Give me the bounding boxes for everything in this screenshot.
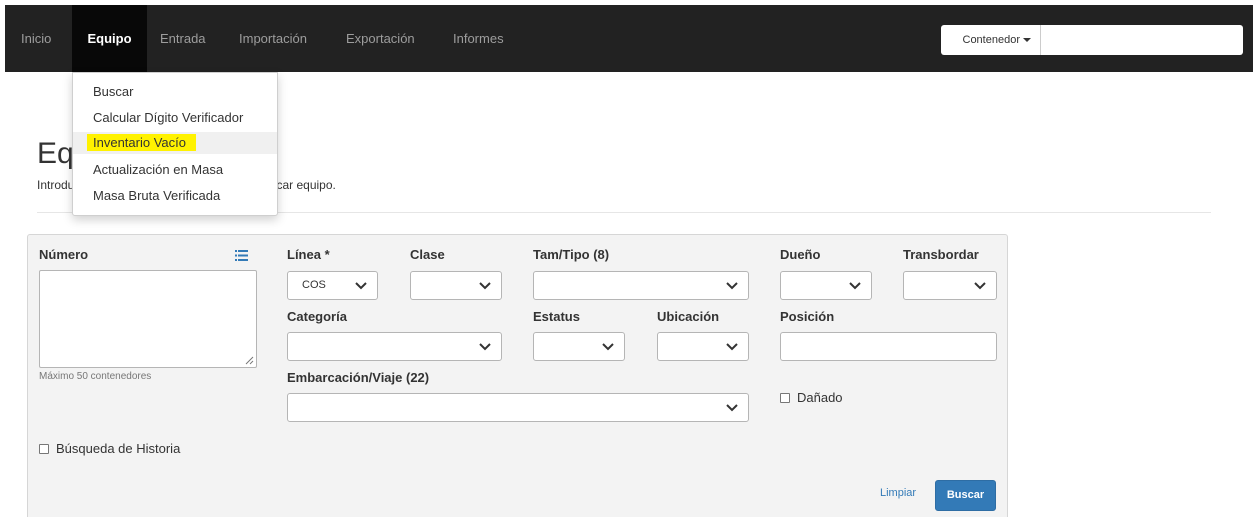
menu-item-label: Inventario Vacío <box>87 134 196 151</box>
nav-inicio[interactable]: Inicio <box>21 5 51 72</box>
ubicacion-select[interactable] <box>657 332 749 361</box>
numero-textarea[interactable] <box>39 270 257 368</box>
posicion-label: Posición <box>780 309 835 324</box>
posicion-input[interactable] <box>780 332 997 361</box>
categoria-label: Categoría <box>287 309 347 324</box>
danado-checkbox[interactable] <box>780 392 790 403</box>
nav-search-input[interactable] <box>1042 25 1243 55</box>
equipo-dropdown-menu: Buscar Calcular Dígito Verificador Inven… <box>72 72 278 216</box>
nav-informes[interactable]: Informes <box>453 5 504 72</box>
chevron-down-icon <box>479 282 491 290</box>
list-icon[interactable] <box>235 250 248 261</box>
nav-search-group: Contenedor <box>941 25 1243 55</box>
numero-hint: Máximo 50 contenedores <box>39 371 152 382</box>
transbordar-select[interactable] <box>903 271 997 300</box>
embarcacion-label: Embarcación/Viaje (22) <box>287 370 430 385</box>
menu-item-actualizacion-masa[interactable]: Actualización en Masa <box>73 159 277 181</box>
danado-checkbox-row[interactable]: Dañado <box>780 390 843 405</box>
clear-button[interactable]: Limpiar <box>880 487 916 499</box>
chevron-down-icon <box>726 404 738 412</box>
historia-label: Búsqueda de Historia <box>56 441 181 456</box>
tam-tipo-select[interactable] <box>533 271 749 300</box>
linea-value: COS <box>302 279 326 291</box>
transbordar-label: Transbordar <box>903 247 979 262</box>
clase-select[interactable] <box>410 271 502 300</box>
menu-item-calcular-digito[interactable]: Calcular Dígito Verificador <box>73 107 277 129</box>
menu-item-inventario-vacio[interactable]: Inventario Vacío <box>73 132 277 154</box>
chevron-down-icon <box>726 282 738 290</box>
tam-tipo-label: Tam/Tipo (8) <box>533 247 610 262</box>
ubicacion-label: Ubicación <box>657 309 720 324</box>
linea-label: Línea * <box>287 247 330 262</box>
chevron-down-icon <box>602 343 614 351</box>
embarcacion-select[interactable] <box>287 393 749 422</box>
nav-equipo[interactable]: Equipo <box>72 5 147 72</box>
search-type-label: Contenedor <box>962 34 1021 46</box>
nav-exportacion[interactable]: Exportación <box>346 5 415 72</box>
dueno-select[interactable] <box>780 271 872 300</box>
resize-grip-icon[interactable] <box>244 355 254 365</box>
search-button[interactable]: Buscar <box>935 480 996 511</box>
nav-importacion[interactable]: Importación <box>239 5 307 72</box>
menu-item-buscar[interactable]: Buscar <box>73 81 277 103</box>
dueno-label: Dueño <box>780 247 821 262</box>
clase-label: Clase <box>410 247 445 262</box>
categoria-select[interactable] <box>287 332 502 361</box>
search-type-dropdown[interactable]: Contenedor <box>941 25 1041 55</box>
menu-item-masa-bruta[interactable]: Masa Bruta Verificada <box>73 185 277 207</box>
chevron-down-icon <box>355 282 367 290</box>
linea-select[interactable]: COS <box>287 271 378 300</box>
chevron-down-icon <box>479 343 491 351</box>
search-panel: Número Máximo 50 contenedores Línea * CO… <box>27 234 1008 517</box>
caret-down-icon <box>1023 38 1031 43</box>
chevron-down-icon <box>849 282 861 290</box>
historia-checkbox-row[interactable]: Búsqueda de Historia <box>39 441 180 456</box>
estatus-select[interactable] <box>533 332 625 361</box>
historia-checkbox[interactable] <box>39 443 49 454</box>
chevron-down-icon <box>726 343 738 351</box>
top-navbar: Inicio Equipo Entrada Importación Export… <box>5 5 1253 72</box>
estatus-label: Estatus <box>533 309 580 324</box>
chevron-down-icon <box>974 282 986 290</box>
nav-entrada[interactable]: Entrada <box>160 5 206 72</box>
numero-label: Número <box>39 247 89 262</box>
danado-label: Dañado <box>797 390 843 405</box>
